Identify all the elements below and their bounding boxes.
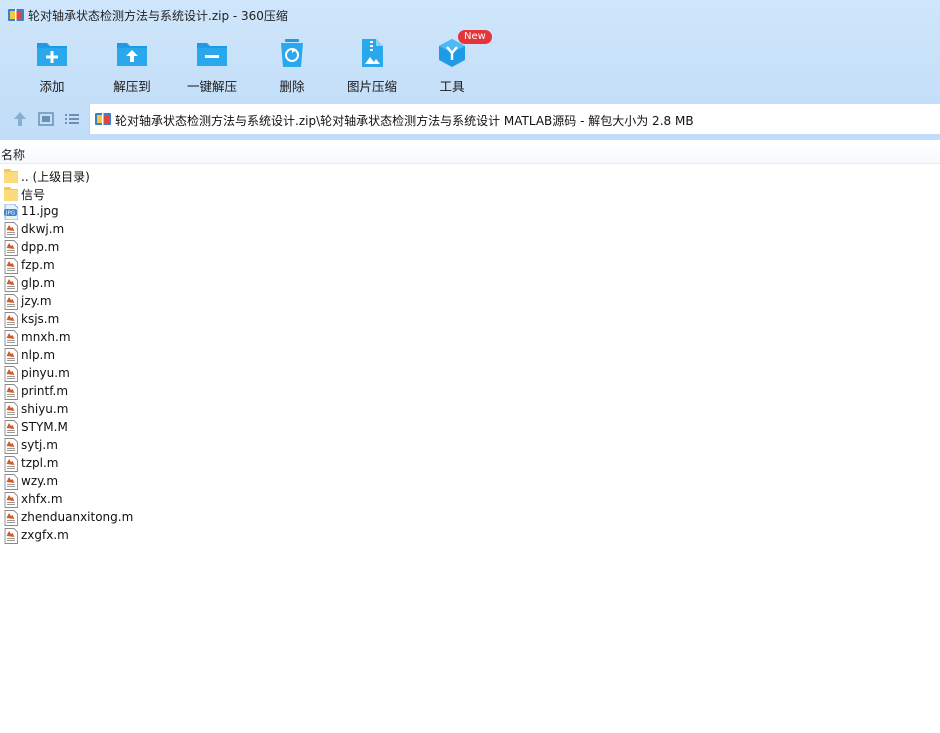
file-name: zxgfx.m [21, 528, 69, 542]
matlab-file-icon [4, 366, 18, 382]
file-row[interactable]: nlp.m [0, 347, 300, 365]
file-name: printf.m [21, 384, 69, 398]
folder-row[interactable]: .. (上级目录) [0, 167, 300, 185]
file-row[interactable]: pinyu.m [0, 365, 300, 383]
file-row[interactable]: glp.m [0, 275, 300, 293]
extract-to-icon [117, 43, 147, 66]
matlab-file-icon [4, 348, 18, 364]
file-row[interactable]: sytj.m [0, 437, 300, 455]
file-name: sytj.m [21, 438, 58, 452]
matlab-file-icon [4, 258, 18, 274]
jpg-file-icon: JPG [4, 204, 18, 220]
file-name: dpp.m [21, 240, 60, 254]
file-row[interactable]: fzp.m [0, 257, 300, 275]
extract-to-button[interactable]: 解压到 [92, 34, 172, 96]
file-row[interactable]: shiyu.m [0, 401, 300, 419]
file-row[interactable]: jzy.m [0, 293, 300, 311]
file-name: fzp.m [21, 258, 55, 272]
window-chrome: 轮对轴承状态检测方法与系统设计.zip - 360压缩 添加 解压到 一键解压 … [0, 0, 940, 140]
file-name: tzpl.m [21, 456, 59, 470]
matlab-file-icon [4, 420, 18, 436]
file-row[interactable]: JPG 11.jpg [0, 203, 300, 221]
one-click-extract-label: 一键解压 [186, 79, 237, 94]
image-compress-label: 图片压缩 [346, 79, 397, 94]
zip-archive-icon [8, 9, 24, 21]
add-button[interactable]: 添加 [12, 34, 92, 96]
folder-icon [4, 187, 18, 201]
delete-button[interactable]: 删除 [252, 34, 332, 96]
tools-button[interactable]: New 工具 [412, 30, 492, 96]
matlab-file-icon [4, 402, 18, 418]
file-name: zhenduanxitong.m [21, 510, 134, 524]
delete-icon [281, 39, 303, 67]
matlab-file-icon [4, 510, 18, 526]
archive-path: 轮对轴承状态检测方法与系统设计.zip\轮对轴承状态检测方法与系统设计 MATL… [115, 114, 694, 128]
thumbnail-view-icon[interactable] [37, 110, 55, 128]
file-name: glp.m [21, 276, 56, 290]
file-name: 11.jpg [21, 204, 59, 218]
up-arrow-icon[interactable] [11, 110, 29, 128]
file-name: mnxh.m [21, 330, 71, 344]
add-label: 添加 [39, 79, 65, 94]
matlab-file-icon [4, 438, 18, 454]
extract-to-label: 解压到 [113, 79, 151, 94]
file-row[interactable]: xhfx.m [0, 491, 300, 509]
one-click-extract-icon [197, 43, 227, 66]
image-compress-icon [362, 39, 383, 67]
file-name: nlp.m [21, 348, 56, 362]
navigation-bar: 轮对轴承状态检测方法与系统设计.zip\轮对轴承状态检测方法与系统设计 MATL… [0, 104, 940, 134]
matlab-file-icon [4, 330, 18, 346]
file-name: STYM.M [21, 420, 68, 434]
matlab-file-icon [4, 294, 18, 310]
matlab-file-icon [4, 384, 18, 400]
image-compress-button[interactable]: 图片压缩 [332, 34, 412, 96]
column-header-name[interactable]: 名称 [0, 143, 940, 164]
file-row[interactable]: tzpl.m [0, 455, 300, 473]
column-name-label: 名称 [1, 148, 26, 162]
add-icon [37, 43, 67, 66]
matlab-file-icon [4, 456, 18, 472]
new-badge: New [458, 30, 492, 44]
file-name: xhfx.m [21, 492, 63, 506]
list-view-icon[interactable] [63, 110, 81, 128]
file-row[interactable]: zxgfx.m [0, 527, 300, 545]
folder-row[interactable]: 信号 [0, 185, 300, 203]
delete-label: 删除 [279, 79, 305, 94]
file-name: shiyu.m [21, 402, 69, 416]
file-name: 信号 [21, 188, 46, 202]
title-bar: 轮对轴承状态检测方法与系统设计.zip - 360压缩 [0, 0, 940, 30]
file-row[interactable]: ksjs.m [0, 311, 300, 329]
folder-icon [4, 169, 18, 183]
file-name: wzy.m [21, 474, 59, 488]
matlab-file-icon [4, 240, 18, 256]
file-row[interactable]: dkwj.m [0, 221, 300, 239]
svg-text:JPG: JPG [5, 211, 15, 217]
file-row[interactable]: mnxh.m [0, 329, 300, 347]
zip-archive-icon [95, 113, 111, 125]
tools-label: 工具 [439, 79, 465, 94]
file-row[interactable]: zhenduanxitong.m [0, 509, 300, 527]
file-name: .. (上级目录) [21, 170, 90, 184]
matlab-file-icon [4, 276, 18, 292]
file-row[interactable]: STYM.M [0, 419, 300, 437]
toolbar: 添加 解压到 一键解压 删除 图片压缩 New 工具 [0, 30, 940, 96]
file-row[interactable]: printf.m [0, 383, 300, 401]
window-title: 轮对轴承状态检测方法与系统设计.zip - 360压缩 [28, 9, 288, 23]
file-row[interactable]: dpp.m [0, 239, 300, 257]
file-name: dkwj.m [21, 222, 65, 236]
matlab-file-icon [4, 222, 18, 238]
file-row[interactable]: wzy.m [0, 473, 300, 491]
file-name: pinyu.m [21, 366, 70, 380]
address-bar[interactable]: 轮对轴承状态检测方法与系统设计.zip\轮对轴承状态检测方法与系统设计 MATL… [89, 104, 940, 134]
matlab-file-icon [4, 312, 18, 328]
one-click-extract-button[interactable]: 一键解压 [172, 34, 252, 96]
file-name: ksjs.m [21, 312, 60, 326]
matlab-file-icon [4, 528, 18, 544]
file-name: jzy.m [21, 294, 52, 308]
matlab-file-icon [4, 474, 18, 490]
matlab-file-icon [4, 492, 18, 508]
